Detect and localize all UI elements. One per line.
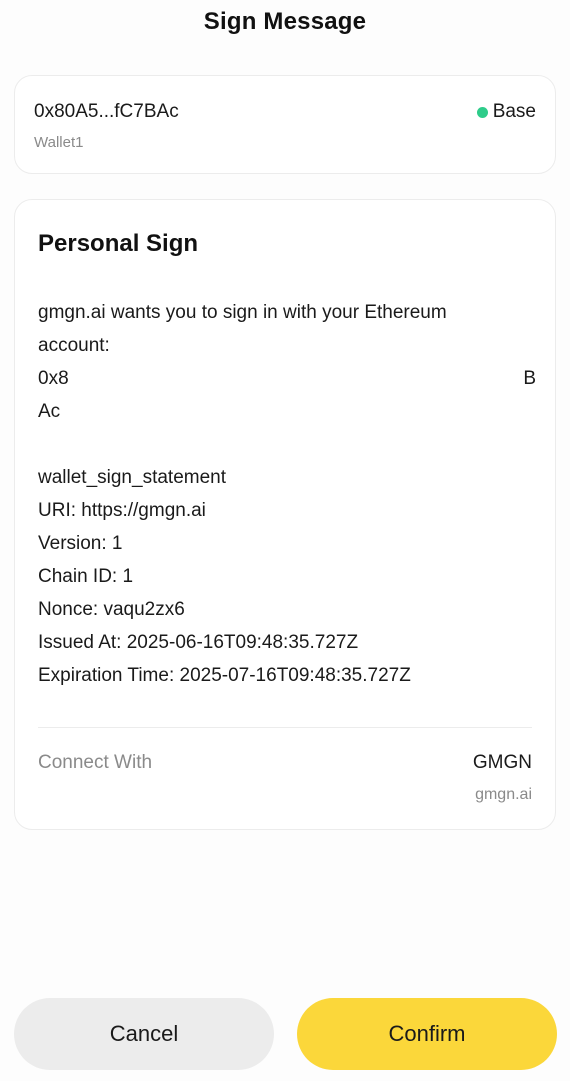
- sign-type-title: Personal Sign: [38, 230, 199, 257]
- network-indicator: Base: [476, 101, 536, 123]
- message-field: Expiration Time: 2025-07-16T09:48:35.727…: [38, 665, 411, 686]
- message-field: Issued At: 2025-06-16T09:48:35.727Z: [38, 632, 359, 653]
- dapp-name: GMGN: [472, 752, 532, 773]
- message-field: Chain ID: 1: [38, 566, 134, 587]
- wallet-card: 0x80A5...fC7BAc Wallet1 Base: [14, 75, 556, 174]
- confirm-button[interactable]: Confirm: [297, 998, 557, 1070]
- divider: [38, 727, 532, 728]
- message-line: account:: [38, 335, 110, 356]
- message-address-line-2: Ac: [38, 401, 61, 422]
- personal-sign-card: Personal Sign gmgn.ai wants you to sign …: [14, 199, 556, 830]
- message-field: Version: 1: [38, 533, 123, 554]
- wallet-address: 0x80A5...fC7BAc: [34, 101, 179, 122]
- network-status-dot-icon: [476, 106, 488, 118]
- message-field: Nonce: vaqu2zx6: [38, 599, 185, 620]
- sign-message-body: gmgn.ai wants you to sign in with your E…: [38, 296, 538, 692]
- message-address-start: 0x8: [38, 368, 69, 389]
- message-address-line: 0x8 B: [38, 362, 538, 395]
- sign-message-screen: Sign Message 0x80A5...fC7BAc Wallet1 Bas…: [0, 0, 570, 1081]
- message-field: wallet_sign_statement: [38, 467, 226, 488]
- message-line: gmgn.ai wants you to sign in with your E…: [38, 302, 447, 323]
- message-field: URI: https://gmgn.ai: [38, 500, 206, 521]
- network-name: Base: [492, 101, 536, 122]
- page-title: Sign Message: [203, 8, 367, 35]
- connect-with-label: Connect With: [38, 752, 153, 773]
- message-address-end: B: [523, 368, 536, 389]
- dapp-domain: gmgn.ai: [475, 786, 532, 803]
- wallet-name: Wallet1: [34, 134, 84, 151]
- cancel-button[interactable]: Cancel: [14, 998, 274, 1070]
